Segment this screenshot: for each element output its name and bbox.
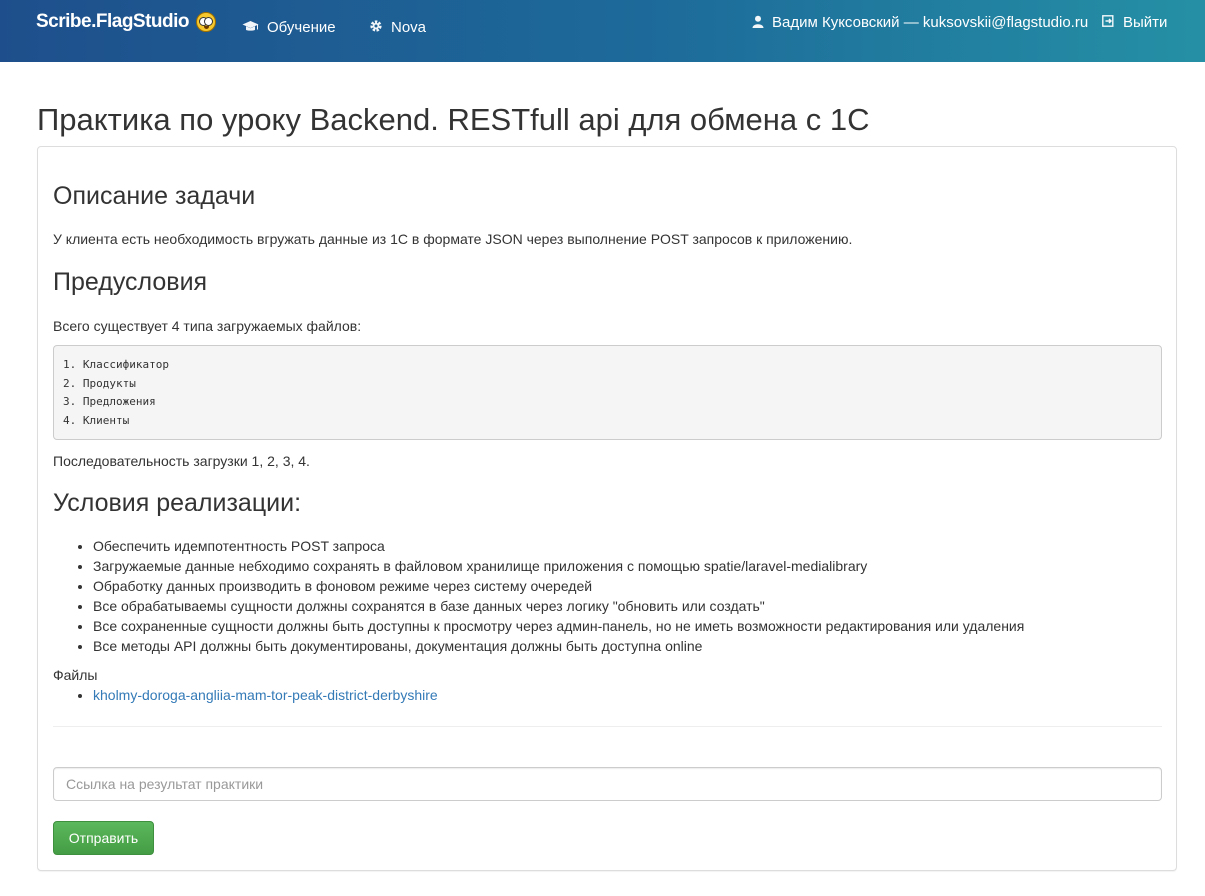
sequence-text: Последовательность загрузки 1, 2, 3, 4. (53, 453, 310, 469)
description-text: У клиента есть необходимость вгружать да… (53, 231, 853, 247)
file-type-item: 1. Классификатор (63, 358, 169, 371)
logout-link[interactable]: Выйти (1102, 14, 1167, 31)
logout-label: Выйти (1123, 14, 1168, 31)
list-item: Все сохраненные сущности должны быть дос… (93, 616, 1024, 636)
submit-button[interactable]: Отправить (53, 821, 154, 855)
conditions-list: Обеспечить идемпотентность POST запроса … (93, 536, 1024, 656)
nav-item-learning[interactable]: Обучение (242, 19, 336, 36)
sign-out-icon (1102, 15, 1115, 30)
brand-logo[interactable]: Scribe.FlagStudio (36, 11, 217, 33)
user-account-link[interactable]: Вадим Куксовский — kuksovskii@flagstudio… (752, 14, 1088, 31)
divider (53, 726, 1162, 727)
nav-item-nova[interactable]: Nova (369, 19, 426, 36)
top-navbar: Scribe.FlagStudio Обучение Nova Вадим Ку… (0, 0, 1205, 62)
graduation-cap-icon (242, 20, 259, 36)
user-label: Вадим Куксовский — kuksovskii@flagstudio… (772, 14, 1089, 31)
file-type-item: 3. Предложения (63, 395, 156, 408)
file-types-code-block: 1. Классификатор 2. Продукты 3. Предложе… (53, 345, 1162, 440)
preconditions-heading: Предусловия (53, 268, 208, 296)
preconditions-intro: Всего существует 4 типа загружаемых файл… (53, 318, 362, 334)
list-item: Все методы API должны быть документирова… (93, 636, 1024, 656)
brand-name: Scribe.FlagStudio (36, 11, 190, 32)
list-item: Загружаемые данные небходимо сохранять в… (93, 556, 1024, 576)
gear-icon (369, 19, 383, 36)
list-item: kholmy-doroga-angliia-mam-tor-peak-distr… (93, 685, 438, 705)
file-type-item: 2. Продукты (63, 376, 136, 390)
list-item: Обеспечить идемпотентность POST запроса (93, 536, 1024, 556)
page-title: Практика по уроку Backend. RESTfull api … (37, 102, 870, 137)
files-list: kholmy-doroga-angliia-mam-tor-peak-distr… (93, 685, 438, 705)
task-panel: Описание задачи У клиента есть необходим… (37, 146, 1177, 871)
owl-face-icon (196, 12, 217, 32)
result-link-input[interactable] (53, 767, 1162, 801)
list-item: Все обрабатываемы сущности должны сохран… (93, 596, 1024, 616)
description-heading: Описание задачи (53, 182, 256, 210)
user-icon (752, 15, 764, 31)
file-type-item: 4. Клиенты (63, 413, 130, 427)
nav-item-label: Обучение (267, 19, 336, 36)
list-item: Обработку данных производить в фоновом р… (93, 576, 1024, 596)
files-label: Файлы (53, 667, 98, 683)
conditions-heading: Условия реализации: (53, 489, 302, 517)
file-link[interactable]: kholmy-doroga-angliia-mam-tor-peak-distr… (93, 687, 438, 703)
nav-item-label: Nova (391, 19, 427, 36)
